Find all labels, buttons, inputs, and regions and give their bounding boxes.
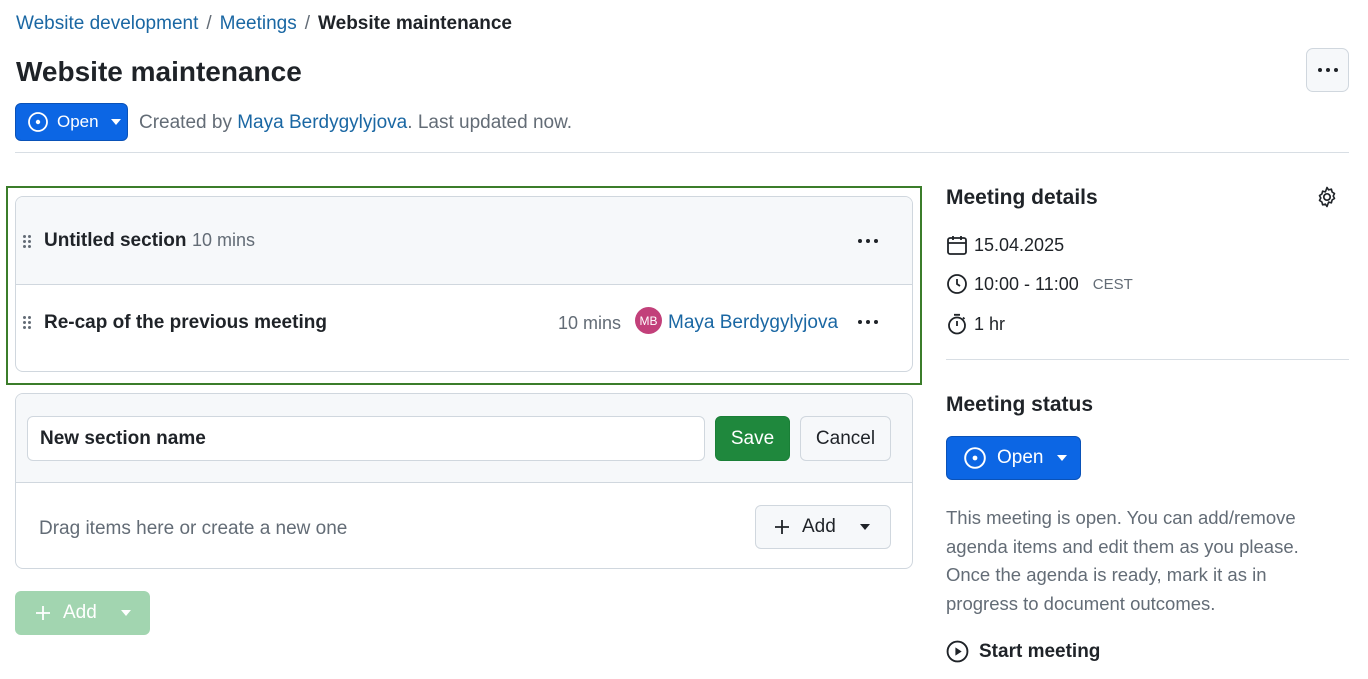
agenda-section-card: Untitled section 10 mins Re-cap of the p… (15, 196, 913, 372)
meeting-status-dropdown[interactable]: Open (946, 436, 1081, 480)
add-button-disabled[interactable]: Add (15, 591, 150, 635)
play-circle-icon (946, 640, 969, 663)
meeting-time: 10:00 - 11:00 (974, 273, 1079, 294)
meeting-status-label: Open (997, 447, 1044, 468)
section-header: Untitled section 10 mins (16, 197, 912, 285)
drag-handle-icon[interactable] (23, 235, 33, 249)
breadcrumb-separator: / (206, 13, 212, 34)
section-duration: 10 mins (192, 230, 256, 250)
section-more-icon[interactable] (858, 239, 878, 243)
status-dropdown-button[interactable]: Open (15, 103, 128, 141)
add-button-label: Add (63, 602, 97, 623)
agenda-item: Re-cap of the previous meeting 10 mins M… (16, 285, 912, 371)
status-label: Open (57, 112, 99, 131)
page-title: Website maintenance (16, 56, 302, 87)
last-updated-text: . Last updated now. (407, 112, 573, 133)
agenda-item-owner-link[interactable]: Maya Berdygylyjova (668, 312, 838, 334)
calendar-icon (947, 236, 967, 255)
status-open-icon (28, 112, 48, 132)
author-link[interactable]: Maya Berdygylyjova (237, 112, 407, 133)
caret-down-icon (1057, 455, 1068, 461)
meeting-duration: 1 hr (974, 313, 1006, 334)
status-open-icon (964, 447, 986, 469)
meeting-timezone: CEST (1092, 275, 1133, 293)
caret-down-icon (110, 119, 121, 125)
section-title[interactable]: Untitled section (44, 230, 187, 252)
agenda-item-duration: 10 mins (558, 313, 622, 333)
breadcrumb-project-link[interactable]: Website development (16, 13, 198, 35)
drop-zone-text: Drag items here or create a new one (39, 518, 348, 539)
breadcrumb-current: Website maintenance (318, 13, 512, 34)
breadcrumb-meetings-link[interactable]: Meetings (220, 13, 297, 35)
start-meeting-label: Start meeting (979, 640, 1101, 662)
new-section-header: Save Cancel (16, 394, 912, 483)
meeting-duration-row: 1 hr (946, 313, 1005, 335)
meeting-status-title: Meeting status (946, 393, 1094, 416)
plus-icon (775, 520, 789, 534)
drag-handle-icon[interactable] (23, 316, 33, 330)
divider (946, 359, 1349, 360)
more-actions-button[interactable] (1306, 48, 1349, 92)
meeting-time-row: 10:00 - 11:00 CEST (946, 273, 1133, 295)
save-button[interactable]: Save (715, 416, 790, 461)
stopwatch-icon (948, 313, 966, 335)
clock-icon (947, 274, 967, 294)
plus-icon (36, 606, 50, 620)
agenda-item-title[interactable]: Re-cap of the previous meeting (44, 312, 327, 334)
add-item-button[interactable]: Add (755, 505, 891, 549)
caret-down-icon (859, 524, 870, 530)
status-description: This meeting is open. You can add/remove… (946, 507, 1299, 615)
item-more-icon[interactable] (858, 320, 878, 324)
breadcrumb: Website development / Meetings / Website… (16, 13, 512, 35)
cancel-button[interactable]: Cancel (800, 416, 891, 461)
breadcrumb-separator: / (304, 13, 311, 34)
new-section-card: Save Cancel Drag items here or create a … (15, 393, 913, 569)
created-by-prefix: Created by (139, 112, 238, 133)
meeting-date: 15.04.2025 (974, 234, 1065, 255)
avatar: MB (635, 307, 662, 334)
divider (15, 152, 1349, 153)
add-item-label: Add (802, 516, 836, 537)
meeting-date-row: 15.04.2025 (946, 234, 1064, 256)
meeting-details-title: Meeting details (946, 186, 1098, 209)
start-meeting-button[interactable]: Start meeting (946, 640, 1100, 663)
more-icon (1317, 68, 1338, 72)
caret-down-icon (120, 610, 131, 616)
section-name-input[interactable] (27, 416, 705, 461)
meta-line: Created by Maya Berdygylyjova. Last upda… (139, 112, 572, 134)
gear-icon[interactable] (1315, 185, 1339, 209)
